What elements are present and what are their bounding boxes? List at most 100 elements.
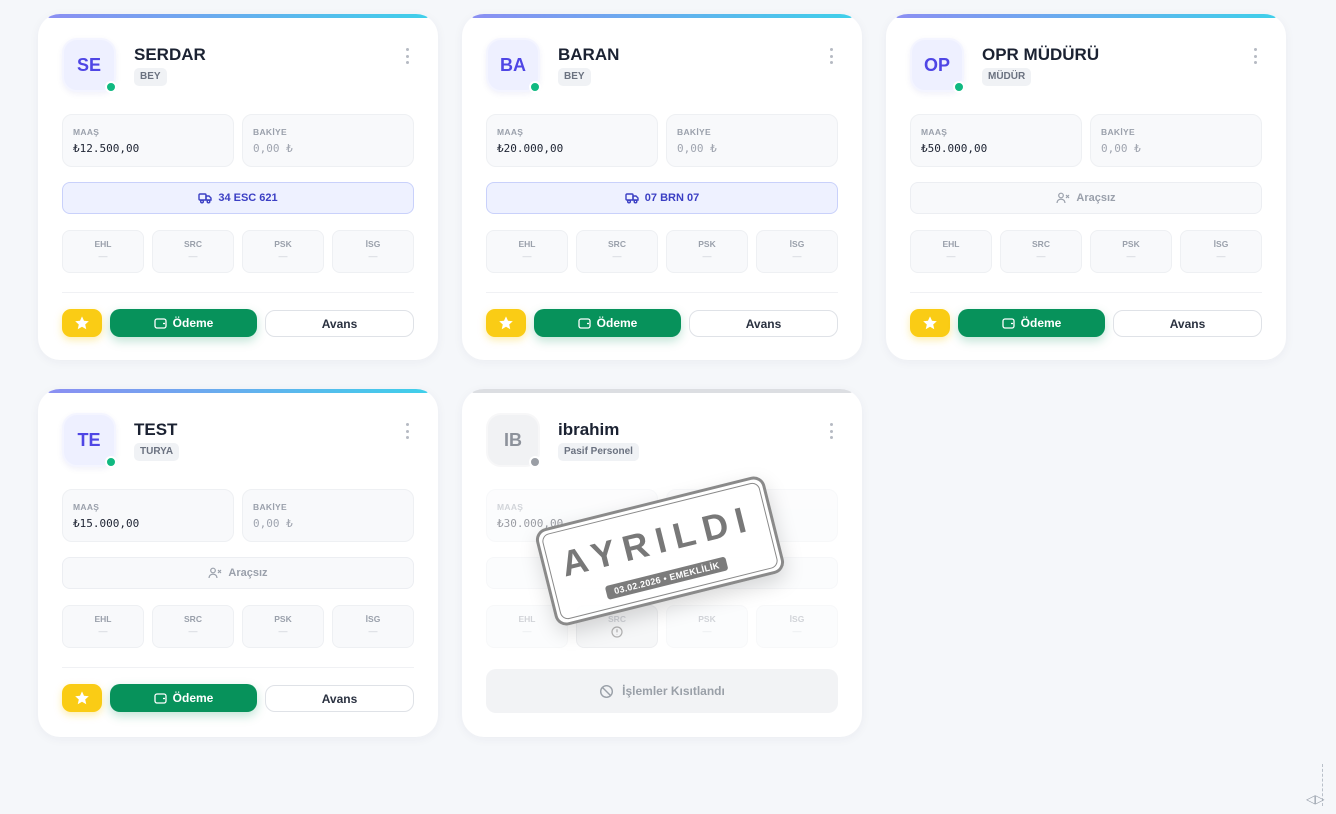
doc-label: EHL <box>94 614 112 624</box>
personnel-grid: SE SERDAR BEY MAAŞ ₺12.500,00 BAKİYE 0,00 … <box>38 14 1288 744</box>
doc-label: PSK <box>1122 239 1140 249</box>
avatar-initials: IB <box>504 429 522 450</box>
doc-src[interactable]: SRC — <box>152 605 234 648</box>
doc-value: — <box>98 626 108 636</box>
doc-value: — <box>946 251 956 261</box>
doc-isg[interactable]: İSG — <box>1180 230 1262 273</box>
balance-box: BAKİYE 0,00 ₺ <box>666 114 838 167</box>
more-options-icon[interactable] <box>1252 48 1258 64</box>
personnel-name: ibrahim <box>558 420 620 439</box>
balance-label: BAKİYE <box>253 127 287 137</box>
advance-button[interactable]: Avans <box>265 310 414 337</box>
vehicle-plate-button[interactable]: 34 ESC 621 <box>62 182 414 214</box>
salary-box: MAAŞ ₺15.000,00 <box>62 489 234 542</box>
panel-toggle-arrows-icon[interactable]: ◁▷ <box>1306 792 1334 808</box>
more-options-icon[interactable] <box>404 48 410 64</box>
salary-value: ₺15.000,00 <box>73 517 140 530</box>
doc-psk[interactable]: PSK — <box>242 230 324 273</box>
doc-ehl[interactable]: EHL — <box>486 230 568 273</box>
vehicle-plate: Araçsız <box>1076 192 1116 204</box>
doc-isg[interactable]: İSG — <box>756 230 838 273</box>
personnel-name: TEST <box>134 420 178 439</box>
restricted-label: İşlemler Kısıtlandı <box>622 684 725 698</box>
avatar: TE <box>62 413 117 468</box>
balance-label: BAKİYE <box>677 127 711 137</box>
doc-src[interactable]: SRC — <box>1000 230 1082 273</box>
favorite-button[interactable] <box>62 684 102 712</box>
doc-ehl[interactable]: EHL — <box>62 230 144 273</box>
personnel-name: SERDAR <box>134 45 206 64</box>
payment-label: Ödeme <box>596 316 638 330</box>
no-vehicle-button[interactable]: Araçsız <box>910 182 1262 214</box>
more-options-icon[interactable] <box>404 423 410 439</box>
personnel-card-passive: IB ibrahim Pasif Personel MAAŞ ₺30.000,00… <box>462 389 862 737</box>
favorite-button[interactable] <box>62 309 102 337</box>
advance-button[interactable]: Avans <box>265 685 414 712</box>
personnel-card: SE SERDAR BEY MAAŞ ₺12.500,00 BAKİYE 0,00 … <box>38 14 438 360</box>
doc-value: — <box>98 251 108 261</box>
doc-isg[interactable]: İSG — <box>332 230 414 273</box>
balance-box: BAKİYE 0,00 ₺ <box>242 114 414 167</box>
role-badge: MÜDÜR <box>982 68 1032 86</box>
doc-label: EHL <box>518 239 536 249</box>
ban-icon <box>600 684 614 698</box>
advance-button[interactable]: Avans <box>1113 310 1262 337</box>
personnel-name: BARAN <box>558 45 620 64</box>
more-options-icon[interactable] <box>828 48 834 64</box>
doc-label: İSG <box>365 239 381 249</box>
document-status-row: EHL — SRC — PSK — İSG — <box>62 605 414 648</box>
vehicle-plate-button[interactable]: 07 BRN 07 <box>486 182 838 214</box>
doc-isg[interactable]: İSG — <box>332 605 414 648</box>
doc-label: İSG <box>789 614 805 624</box>
doc-src[interactable]: SRC — <box>576 230 658 273</box>
divider <box>486 292 838 293</box>
truck-icon <box>198 193 213 204</box>
doc-value: — <box>702 626 712 636</box>
favorite-button[interactable] <box>910 309 950 337</box>
doc-label: PSK <box>698 239 716 249</box>
doc-ehl[interactable]: EHL — <box>910 230 992 273</box>
avatar: OP <box>910 38 965 93</box>
no-vehicle-button[interactable]: Araçsız <box>62 557 414 589</box>
card-accent-bar <box>48 14 428 18</box>
doc-label: PSK <box>274 614 292 624</box>
avatar-initials: BA <box>500 54 526 75</box>
doc-value: — <box>188 626 198 636</box>
payment-button[interactable]: Ödeme <box>110 684 257 712</box>
doc-psk[interactable]: PSK — <box>666 230 748 273</box>
doc-value: — <box>1126 251 1136 261</box>
role-badge: TURYA <box>134 443 180 461</box>
advance-button[interactable]: Avans <box>689 310 838 337</box>
doc-value: — <box>278 251 288 261</box>
favorite-button[interactable] <box>486 309 526 337</box>
document-status-row: EHL — SRC — PSK — İSG — <box>486 230 838 273</box>
doc-psk: PSK — <box>666 605 748 648</box>
doc-label: SRC <box>608 239 626 249</box>
doc-label: PSK <box>698 614 716 624</box>
personnel-card: TE TEST TURYA MAAŞ ₺15.000,00 BAKİYE 0,00 … <box>38 389 438 737</box>
doc-src[interactable]: SRC — <box>152 230 234 273</box>
payment-button[interactable]: Ödeme <box>110 309 257 337</box>
truck-icon <box>625 193 639 204</box>
personnel-name: OPR MÜDÜRÜ <box>982 45 1100 64</box>
doc-psk[interactable]: PSK — <box>242 605 324 648</box>
doc-label: SRC <box>1032 239 1050 249</box>
payment-button[interactable]: Ödeme <box>534 309 681 337</box>
doc-psk[interactable]: PSK — <box>1090 230 1172 273</box>
doc-label: EHL <box>942 239 960 249</box>
salary-label: MAAŞ <box>921 127 948 137</box>
payment-button[interactable]: Ödeme <box>958 309 1105 337</box>
balance-label: BAKİYE <box>253 502 287 512</box>
doc-label: PSK <box>274 239 292 249</box>
wallet-icon <box>1002 318 1015 329</box>
more-options-icon[interactable] <box>828 423 834 439</box>
salary-value: ₺20.000,00 <box>497 142 564 155</box>
online-status-dot <box>953 81 965 93</box>
online-status-dot <box>105 456 117 468</box>
doc-value: — <box>278 626 288 636</box>
balance-value: 0,00 ₺ <box>677 142 717 155</box>
document-status-row: EHL — SRC PSK — İSG — <box>486 605 838 648</box>
doc-label: İSG <box>365 614 381 624</box>
wallet-icon <box>154 318 167 329</box>
doc-ehl[interactable]: EHL — <box>62 605 144 648</box>
